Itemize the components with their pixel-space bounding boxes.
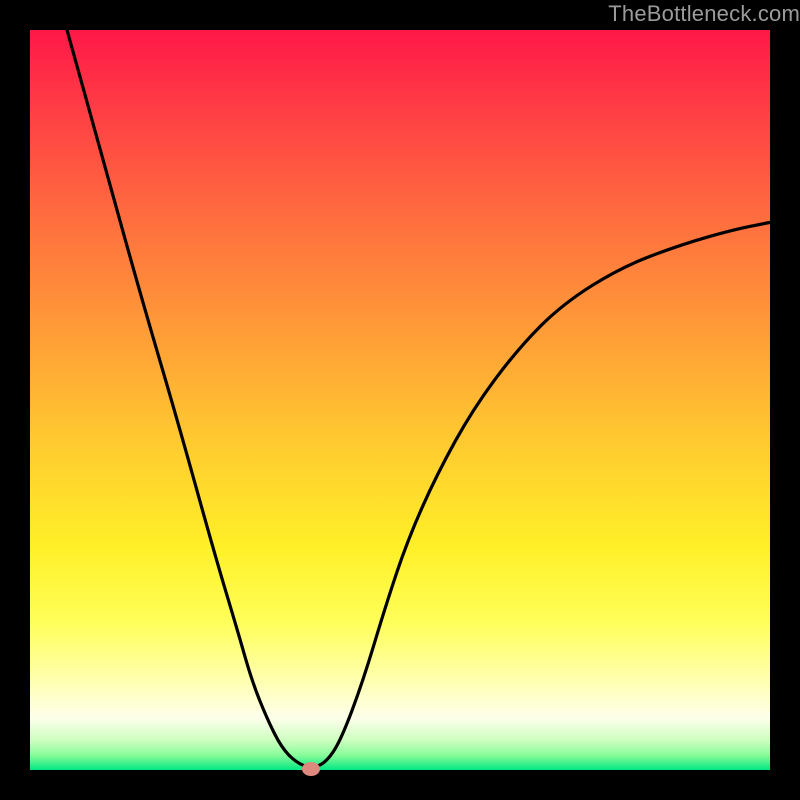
plot-area (30, 30, 770, 770)
watermark-text: TheBottleneck.com (608, 1, 800, 27)
bottleneck-curve-path (67, 30, 770, 767)
min-point-marker (302, 762, 320, 776)
curve-svg (30, 30, 770, 770)
chart-root: TheBottleneck.com (0, 0, 800, 800)
